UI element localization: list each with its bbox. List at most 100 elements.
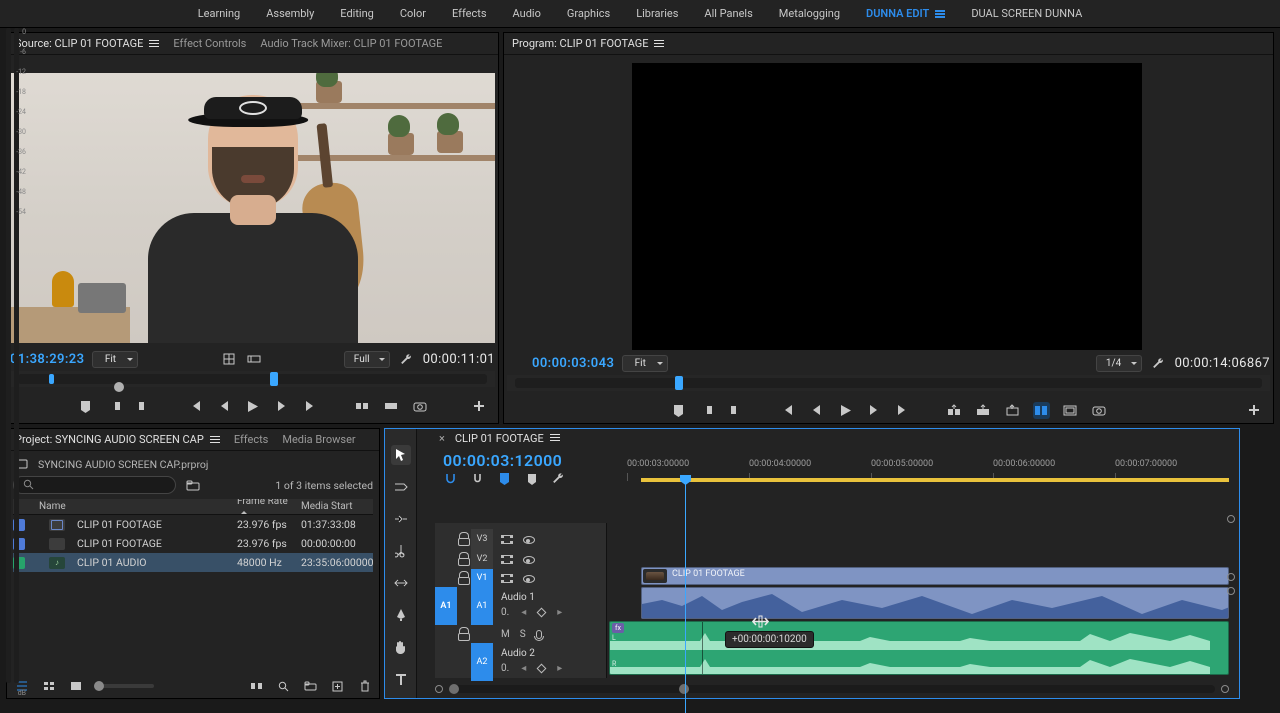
workspace-dual-screen[interactable]: DUAL SCREEN DUNNA [971, 7, 1082, 20]
program-settings-wrench-icon[interactable] [1150, 355, 1167, 372]
icon-view-button[interactable] [40, 678, 57, 695]
volume-a1[interactable]: 0. [501, 607, 509, 618]
col-framerate[interactable]: Frame Rate [231, 499, 295, 518]
clip-audio-a1[interactable] [641, 587, 1229, 619]
program-duration[interactable]: 00:00:14:06867 [1175, 356, 1270, 371]
freeform-view-button[interactable] [67, 678, 84, 695]
source-duration[interactable]: 00:00:11:01 [423, 352, 495, 367]
toggle-track-output-v2[interactable] [523, 556, 535, 563]
program-export-frame-button[interactable] [1004, 402, 1021, 419]
timeline-marker-icon[interactable] [524, 471, 539, 486]
program-go-to-in-button[interactable] [779, 402, 796, 419]
track-target-a1[interactable]: A1 [471, 587, 493, 625]
track-select-tool[interactable] [391, 477, 411, 497]
program-step-back-button[interactable] [808, 402, 825, 419]
source-step-forward-button[interactable] [273, 398, 290, 415]
delete-button[interactable] [356, 678, 373, 695]
sequence-tab-menu-icon[interactable] [550, 434, 560, 442]
program-playhead-only-icon[interactable] [507, 355, 524, 372]
timeline-settings-wrench-icon[interactable] [551, 471, 566, 486]
linked-selection-toggle[interactable] [470, 471, 485, 486]
program-timecode[interactable]: 00:00:03:043 [532, 356, 614, 371]
lock-a1b[interactable] [457, 627, 471, 641]
track-target-a2[interactable]: A2 [471, 643, 493, 681]
program-play-button[interactable] [837, 402, 854, 419]
timeline-body[interactable]: 00:00:03:00000 00:00:04:00000 00:00:05:0… [607, 459, 1229, 678]
zoom-handle-icon[interactable] [1227, 515, 1235, 523]
workspace-audio[interactable]: Audio [513, 7, 541, 20]
workspace-libraries[interactable]: Libraries [636, 7, 678, 20]
program-monitor-view[interactable] [632, 63, 1142, 350]
new-item-button[interactable] [329, 678, 346, 695]
source-go-to-out-button[interactable] [302, 398, 319, 415]
source-button-editor-button[interactable] [469, 396, 489, 416]
time-ruler[interactable]: 00:00:03:00000 00:00:04:00000 00:00:05:0… [607, 459, 1229, 483]
workspace-assembly[interactable]: Assembly [266, 7, 314, 20]
tab-effects[interactable]: Effects [234, 433, 269, 446]
clip-video-v1[interactable]: fx CLIP 01 FOOTAGE [641, 567, 1229, 585]
sync-lock-v1[interactable] [501, 574, 513, 583]
snap-toggle[interactable] [443, 471, 458, 486]
source-export-frame-button[interactable] [411, 398, 428, 415]
workspace-editing[interactable]: Editing [340, 7, 374, 20]
track-name-a2[interactable]: Audio 2 [493, 646, 606, 659]
new-bin-button[interactable] [302, 678, 319, 695]
tab-project[interactable]: Project: SYNCING AUDIO SCREEN CAP [15, 433, 220, 446]
project-new-bin-from-search-button[interactable] [184, 477, 201, 494]
program-step-forward-button[interactable] [866, 402, 883, 419]
source-step-back-button[interactable] [215, 398, 232, 415]
hzoom-handle-left[interactable] [435, 685, 443, 693]
lock-v2[interactable] [457, 552, 471, 566]
volume-a2[interactable]: 0. [501, 663, 509, 674]
program-snapshot-button[interactable] [1091, 402, 1108, 419]
sequence-tab[interactable]: CLIP 01 FOOTAGE [455, 432, 560, 445]
program-mark-out-button[interactable] [728, 402, 745, 419]
thumbnail-size-slider[interactable] [94, 684, 154, 688]
selection-tool[interactable] [391, 445, 411, 465]
source-scrub-ruler[interactable] [10, 371, 495, 387]
voiceover-a1[interactable] [536, 630, 542, 639]
source-resolution-dropdown[interactable]: Full [344, 351, 390, 368]
timeline-hscroll[interactable] [449, 685, 1215, 693]
workspace-dunna-edit[interactable]: DUNNA EDIT [866, 7, 945, 20]
col-media-start[interactable]: Media Start [295, 501, 373, 512]
tab-media-browser[interactable]: Media Browser [282, 433, 355, 446]
source-monitor-view[interactable] [10, 73, 495, 343]
project-search-input[interactable] [13, 476, 176, 494]
ripple-edit-tool[interactable] [391, 509, 411, 529]
razor-tool[interactable] [391, 541, 411, 561]
program-lift-button[interactable] [946, 402, 963, 419]
project-row[interactable]: CLIP 01 FOOTAGE 23.976 fps 00:00:00:00 [13, 534, 373, 553]
project-row[interactable]: ♪ CLIP 01 AUDIO 48000 Hz 23:35:06:00000 [13, 553, 373, 572]
workspace-graphics[interactable]: Graphics [567, 7, 610, 20]
source-drag-video-icon[interactable] [245, 351, 262, 368]
lock-v3[interactable] [457, 532, 471, 546]
workspace-menu-icon[interactable] [935, 10, 945, 18]
source-zoom-dropdown[interactable]: Fit [92, 351, 138, 368]
hand-tool[interactable] [391, 637, 411, 657]
source-play-button[interactable] [244, 398, 261, 415]
find-button[interactable] [275, 678, 292, 695]
pen-tool[interactable] [391, 605, 411, 625]
src-patch-v2[interactable] [435, 549, 457, 569]
work-area-bar[interactable] [641, 478, 1229, 482]
sync-lock-v3[interactable] [501, 535, 513, 544]
track-target-v2[interactable]: V2 [471, 549, 493, 569]
source-overwrite-button[interactable] [382, 398, 399, 415]
src-patch-v3[interactable] [435, 529, 457, 549]
tab-audio-track-mixer[interactable]: Audio Track Mixer: CLIP 01 FOOTAGE [260, 37, 442, 50]
program-comparison-view-button[interactable] [1033, 402, 1050, 419]
source-insert-button[interactable] [353, 398, 370, 415]
workspace-effects[interactable]: Effects [452, 7, 487, 20]
program-zoom-dropdown[interactable]: Fit [622, 355, 668, 372]
workspace-all-panels[interactable]: All Panels [704, 7, 752, 20]
sync-lock-v2[interactable] [501, 555, 513, 564]
col-name[interactable]: Name [33, 501, 231, 512]
program-safe-margins-button[interactable] [1062, 402, 1079, 419]
src-patch-a1[interactable]: A1 [435, 587, 457, 625]
timeline-timecode[interactable]: 00:00:03:12000 [443, 451, 562, 470]
source-mark-in-button[interactable] [106, 398, 123, 415]
tab-project-menu-icon[interactable] [210, 436, 220, 444]
src-patch-a1b[interactable] [435, 625, 457, 643]
tab-source[interactable]: Source: CLIP 01 FOOTAGE [15, 37, 159, 50]
